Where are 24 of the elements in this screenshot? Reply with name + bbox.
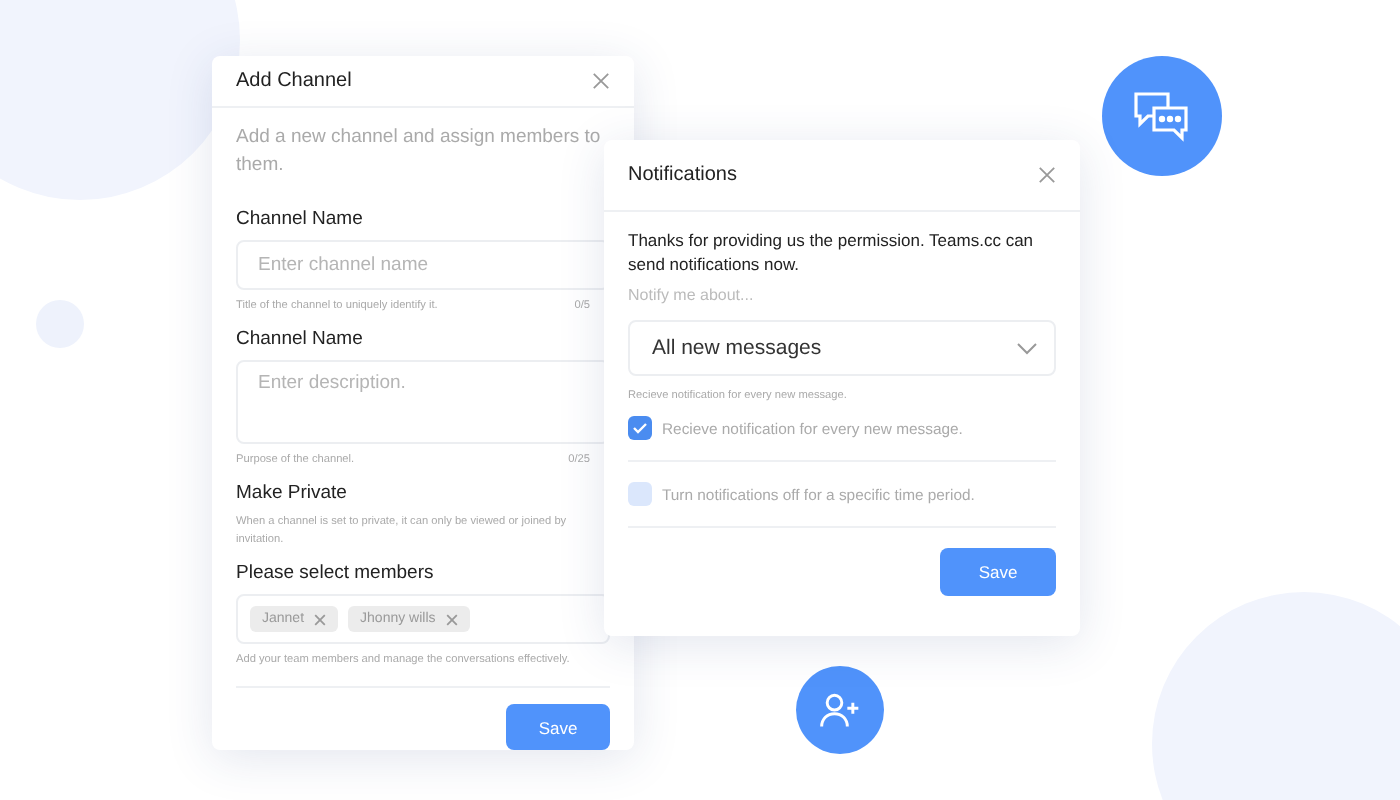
dialog-title: Notifications (628, 164, 737, 186)
field-label: Channel Name (236, 208, 365, 230)
field-label: Channel Name (236, 328, 365, 350)
check-icon (632, 422, 648, 434)
close-icon[interactable] (592, 72, 610, 90)
dialog-title: Add Channel (236, 70, 352, 92)
remove-icon[interactable] (445, 613, 458, 625)
save-button[interactable]: Save (940, 548, 1056, 596)
chat-icon (1132, 90, 1192, 142)
add-user-button[interactable] (796, 666, 884, 754)
input-field[interactable]: Enter channel name (236, 240, 610, 290)
field-label: Make Private (236, 482, 349, 504)
notify-prompt: Notify me about... (628, 286, 756, 304)
chevron-down-icon (1016, 341, 1038, 355)
save-button[interactable]: Save (506, 704, 610, 750)
close-icon[interactable] (1038, 166, 1056, 184)
field-label: Please select members (236, 562, 436, 584)
notification-select[interactable]: All new messages (628, 320, 1056, 376)
dialog-description: Add a new channel and assign members to them. (236, 124, 603, 180)
checkbox[interactable] (628, 482, 652, 506)
checkbox[interactable] (628, 416, 652, 440)
permission-message: Thanks for providing us the permission. Teams.cc can send notifications now. (628, 228, 1036, 276)
remove-icon[interactable] (314, 613, 327, 625)
add-user-icon (818, 688, 862, 732)
